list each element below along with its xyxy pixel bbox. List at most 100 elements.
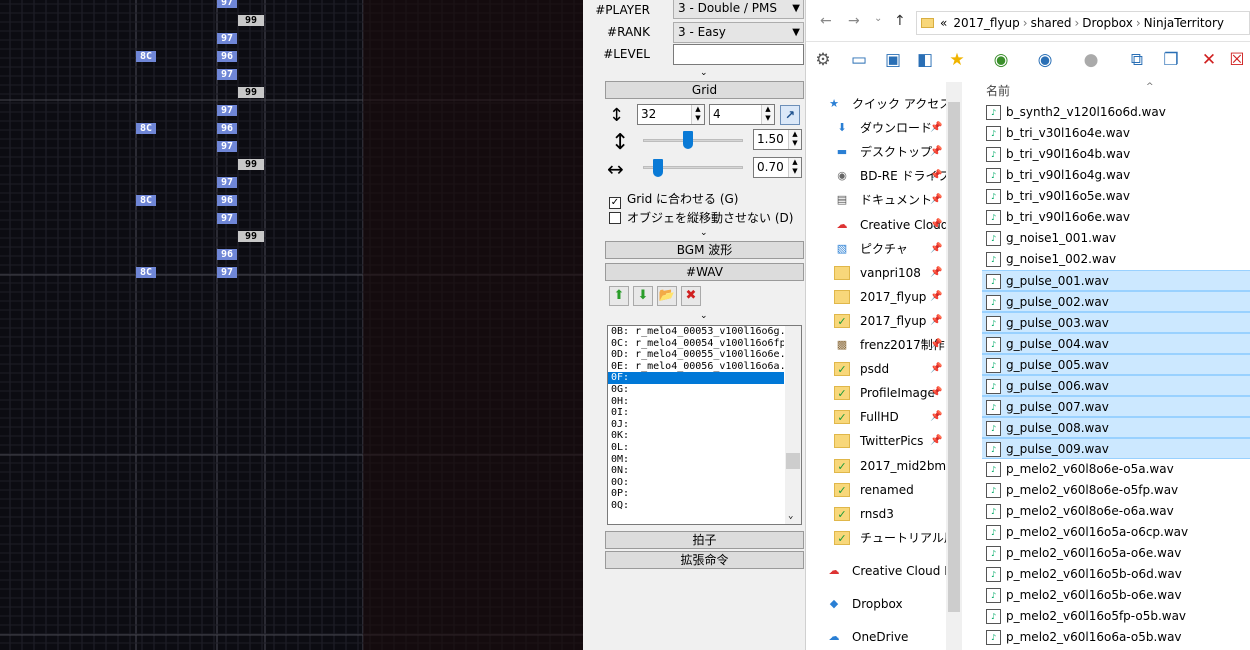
grid-spinner[interactable]: 32 ▲ ▼	[637, 104, 705, 125]
path-breadcrumb[interactable]: «2017_flyup › shared › Dropbox › NinjaTerritor…	[916, 11, 1250, 35]
note-object[interactable]: 97	[217, 267, 237, 278]
wav-list-item[interactable]: 0F:	[608, 372, 784, 384]
note-object[interactable]: 8C	[136, 267, 156, 278]
spin-arrows-icon[interactable]: ▲ ▼	[691, 105, 704, 124]
wav-list-item[interactable]: 0J:	[608, 419, 784, 431]
file-row[interactable]: ♪ b_tri_v90l16o4b.wav	[982, 144, 1250, 165]
chevron-down-icon[interactable]: ⌄	[788, 511, 793, 523]
spin-arrows-icon[interactable]: ▲ ▼	[761, 105, 774, 124]
star-icon[interactable]: ★	[946, 49, 968, 71]
pin-icon[interactable]: 📌	[930, 189, 942, 211]
wav-list-item[interactable]: 0O:	[608, 477, 784, 489]
sync-icon[interactable]: ◉	[990, 49, 1012, 71]
file-row[interactable]: ♪ g_pulse_002.wav	[982, 291, 1250, 312]
nav-item[interactable]: vanpri108 📌	[806, 262, 952, 284]
file-row[interactable]: ♪ g_pulse_009.wav	[982, 438, 1250, 459]
pin-icon[interactable]: 📌	[930, 310, 942, 332]
share-icon[interactable]: ⧉	[1126, 49, 1148, 71]
hzoom-spinner[interactable]: 0.70 ▲ ▼	[753, 157, 802, 178]
note-object[interactable]: 99	[238, 15, 264, 26]
copy-icon[interactable]: ❐	[1160, 49, 1182, 71]
pin-icon[interactable]: 📌	[930, 286, 942, 308]
checkbox-box[interactable]: ✓	[609, 197, 621, 209]
wav-list-item[interactable]: 0H:	[608, 396, 784, 408]
close-icon[interactable]: ☒	[1226, 49, 1248, 71]
forward-arrow-icon[interactable]: →	[848, 13, 860, 29]
nav-item[interactable]: ★ クイック アクセス	[806, 93, 952, 115]
note-object[interactable]: 8C	[136, 123, 156, 134]
nav-item[interactable]: ☁ OneDrive	[806, 626, 952, 648]
pin-icon[interactable]: 📌	[930, 141, 942, 163]
breadcrumb-item[interactable]: NinjaTerritory	[1144, 16, 1224, 30]
open-folder-icon[interactable]: 📂	[657, 286, 677, 306]
nav-item[interactable]: ✓ rnsd3	[806, 503, 952, 525]
nav-item[interactable]: ▤ ドキュメント 📌	[806, 189, 952, 211]
note-object[interactable]: 99	[238, 231, 264, 242]
wav-list-item[interactable]: 0G:	[608, 384, 784, 396]
pin-icon[interactable]: 📌	[930, 165, 942, 187]
breadcrumb-item[interactable]: shared	[1031, 16, 1072, 30]
vzoom-spinner[interactable]: 1.50 ▲ ▼	[753, 129, 802, 150]
scroll-thumb[interactable]	[786, 453, 800, 469]
wav-list-item[interactable]: 0I:	[608, 407, 784, 419]
note-object[interactable]: 96	[217, 123, 237, 134]
collapse-chevron-icon[interactable]: ⌄	[700, 69, 708, 78]
file-row[interactable]: ♪ p_melo2_v60l16o5b-o6e.wav	[982, 585, 1250, 606]
collapse-chevron-icon[interactable]: ⌄	[700, 229, 708, 238]
nav-item[interactable]: ▧ ピクチャ 📌	[806, 238, 952, 260]
file-row[interactable]: ♪ p_melo2_v60l16o5a-o6cp.wav	[982, 522, 1250, 543]
scroll-thumb[interactable]	[948, 102, 960, 612]
wav-section-header[interactable]: #WAV	[605, 263, 804, 281]
wav-list-item[interactable]: 0M:	[608, 454, 784, 466]
delete-icon[interactable]: ✖	[681, 286, 701, 306]
note-object[interactable]: 97	[217, 105, 237, 116]
rank-select[interactable]: 3 - Easy ▼	[673, 22, 804, 43]
note-object[interactable]: 99	[238, 159, 264, 170]
file-row[interactable]: ♪ b_tri_v30l16o4e.wav	[982, 123, 1250, 144]
vzoom-slider-thumb[interactable]	[683, 131, 693, 149]
nav-item[interactable]: ▩ frenz2017制作 📌	[806, 334, 952, 356]
wav-list-item[interactable]: 0E: r_melo4_00056_v100l16o6a.	[608, 361, 784, 373]
nav-item[interactable]: TwitterPics 📌	[806, 430, 952, 452]
note-object[interactable]: 97	[217, 141, 237, 152]
level-input[interactable]	[673, 44, 804, 65]
player-select[interactable]: 3 - Double / PMS ▼	[673, 0, 804, 19]
nav-item[interactable]: ☁ Creative Cloud Files	[806, 560, 953, 582]
note-object[interactable]: 97	[217, 33, 237, 44]
nav-item[interactable]: ◆ Dropbox	[806, 593, 952, 615]
globe-icon[interactable]: ◉	[1034, 49, 1056, 71]
pin-icon[interactable]: 📌	[930, 262, 942, 284]
note-object[interactable]: 8C	[136, 51, 156, 62]
wav-list-item[interactable]: 0D: r_melo4_00055_v100l16o6e.	[608, 349, 784, 361]
file-row[interactable]: ♪ g_pulse_005.wav	[982, 354, 1250, 375]
note-object[interactable]: 97	[217, 213, 237, 224]
back-arrow-icon[interactable]: ←	[820, 13, 832, 29]
vzoom-track[interactable]	[643, 139, 743, 142]
checkbox-box[interactable]	[609, 212, 621, 224]
file-row[interactable]: ♪ p_melo2_v60l16o5fp-o5b.wav	[982, 606, 1250, 627]
spin-arrows-icon[interactable]: ▲ ▼	[788, 130, 801, 149]
note-grid[interactable]: 97 99 97 8C 96 97 99 97 8C 96 97 99 97 8C 96 97 99 96 8C 97	[0, 0, 583, 650]
up-arrow-icon[interactable]: ↑	[894, 13, 906, 29]
nav-item[interactable]: ✓ renamed	[806, 479, 952, 501]
apply-arrow-button[interactable]: ↗	[780, 105, 800, 125]
file-row[interactable]: ♪ g_pulse_001.wav	[982, 270, 1250, 291]
file-row[interactable]: ♪ b_synth2_v120l16o6d.wav	[982, 102, 1250, 123]
pin-icon[interactable]: 📌	[930, 214, 942, 236]
move-up-icon[interactable]: ⬆	[609, 286, 629, 306]
file-row[interactable]: ♪ g_noise1_002.wav	[982, 249, 1250, 270]
nav-item[interactable]: ◉ BD-RE ドライブ 📌	[806, 165, 952, 187]
grid-section-header[interactable]: Grid	[605, 81, 804, 99]
column-header-name[interactable]: 名前 ^	[986, 82, 1154, 99]
nav-item[interactable]: ✓ FullHD 📌	[806, 406, 952, 428]
breadcrumb-item[interactable]: «	[940, 16, 947, 30]
delete-icon[interactable]: ✕	[1198, 49, 1220, 71]
snap-checkbox[interactable]: ✓ Grid に合わせる (G)	[609, 190, 738, 209]
note-object[interactable]: 97	[217, 0, 237, 8]
wav-list-item[interactable]: 0N:	[608, 465, 784, 477]
nav-item[interactable]: ✓ psdd 📌	[806, 358, 952, 380]
file-row[interactable]: ♪ g_pulse_004.wav	[982, 333, 1250, 354]
nav-item[interactable]: ☁ Creative Cloud 📌	[806, 214, 952, 236]
pin-icon[interactable]: 📌	[930, 117, 942, 139]
pin-icon[interactable]: 📌	[930, 358, 942, 380]
